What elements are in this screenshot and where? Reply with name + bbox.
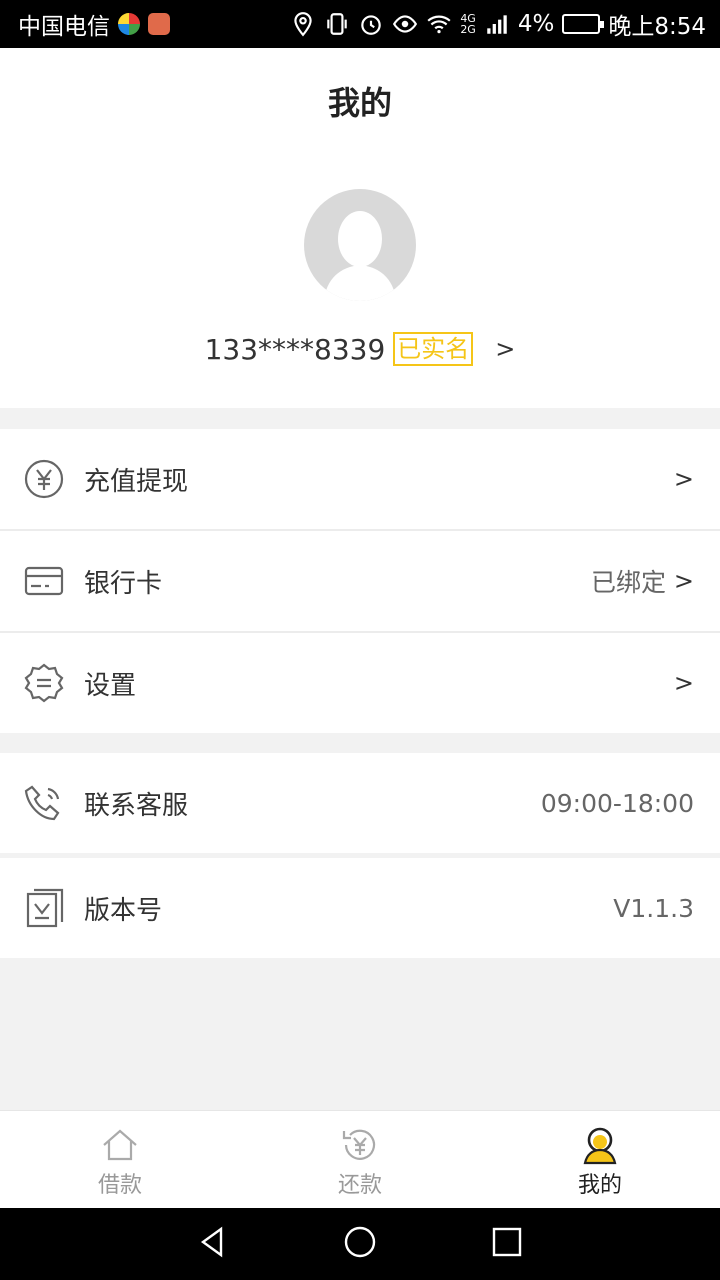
bottom-tab-bar: 借款 还款 我的 xyxy=(0,1110,720,1208)
chevron-right-icon: > xyxy=(495,335,516,363)
bank-card-icon xyxy=(22,559,66,603)
menu-item-label: 联系客服 xyxy=(84,790,189,821)
tab-borrow[interactable]: 借款 xyxy=(0,1111,240,1208)
menu-item-label: 银行卡 xyxy=(84,568,163,599)
user-icon xyxy=(580,1125,620,1165)
repay-icon xyxy=(340,1125,380,1165)
eye-icon xyxy=(392,11,418,37)
carrier-label: 中国电信 xyxy=(18,14,110,40)
recent-apps-icon[interactable] xyxy=(489,1224,525,1264)
verified-badge: 已实名 xyxy=(393,332,474,366)
status-left: 中国电信 xyxy=(18,7,170,41)
alarm-icon xyxy=(358,11,384,37)
bank-card-status: 已绑定 xyxy=(590,568,666,597)
home-button-icon[interactable] xyxy=(342,1224,378,1264)
menu-item-customer-service[interactable]: 联系客服 09:00-18:00 xyxy=(0,753,720,853)
status-bar: 中国电信 4G 2G 4% 晚上8:54 xyxy=(0,0,720,48)
menu-item-label: 设置 xyxy=(84,670,137,701)
profile-header: 我的 133****8339 已实名 > xyxy=(0,48,720,408)
tab-mine[interactable]: 我的 xyxy=(480,1111,720,1208)
signal-icon xyxy=(484,11,510,37)
version-number: V1.1.3 xyxy=(613,893,694,923)
settings-gear-icon xyxy=(22,661,66,705)
network-type-bottom: 2G xyxy=(460,23,476,36)
battery-icon xyxy=(562,14,605,34)
menu-item-label: 版本号 xyxy=(84,895,163,926)
tab-repay[interactable]: 还款 xyxy=(240,1111,480,1208)
tab-label: 还款 xyxy=(337,1173,382,1198)
service-hours: 09:00-18:00 xyxy=(540,788,694,818)
yuan-coin-icon xyxy=(22,457,66,501)
menu-item-version[interactable]: 版本号 V1.1.3 xyxy=(0,858,720,958)
phone-call-icon xyxy=(22,781,66,825)
network-type: 4G 2G xyxy=(460,13,476,35)
menu-item-bank-card[interactable]: 银行卡 已绑定 > xyxy=(0,531,720,631)
avatar-silhouette-icon xyxy=(324,211,396,301)
location-icon xyxy=(290,11,316,37)
phone-number: 133****8339 xyxy=(204,332,386,366)
user-info-row[interactable]: 133****8339 已实名 > xyxy=(0,332,720,366)
back-icon[interactable] xyxy=(195,1224,231,1264)
wifi-icon xyxy=(426,11,452,37)
system-nav-bar xyxy=(0,1208,720,1280)
chevron-right-icon: > xyxy=(673,669,694,697)
app-notification-icon xyxy=(118,13,140,35)
menu-item-settings[interactable]: 设置 > xyxy=(0,633,720,733)
menu-item-label: 充值提现 xyxy=(84,466,189,497)
page-title: 我的 xyxy=(327,84,392,122)
vibrate-icon xyxy=(324,11,350,37)
tab-label: 借款 xyxy=(97,1173,142,1198)
chevron-right-icon: > xyxy=(673,567,694,595)
version-document-icon xyxy=(22,886,66,930)
menu-item-recharge[interactable]: 充值提现 > xyxy=(0,429,720,529)
app-notification-icon-2 xyxy=(148,13,170,35)
tab-label: 我的 xyxy=(577,1173,622,1198)
battery-percent: 4% xyxy=(517,11,555,37)
home-icon xyxy=(100,1125,140,1165)
chevron-right-icon: > xyxy=(673,465,694,493)
clock: 晚上8:54 xyxy=(608,14,706,40)
avatar[interactable] xyxy=(304,189,416,301)
status-right: 4G 2G 4% 晚上8:54 xyxy=(290,7,706,41)
